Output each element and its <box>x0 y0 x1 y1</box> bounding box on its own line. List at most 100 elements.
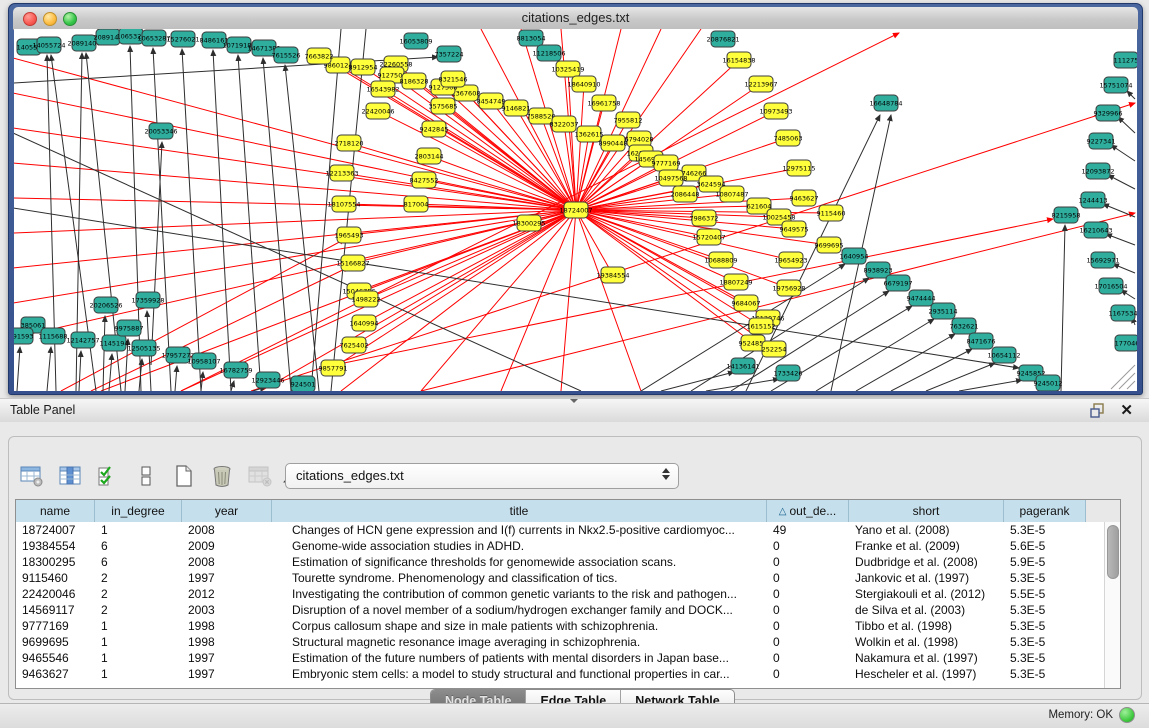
table-settings-icon[interactable] <box>19 463 45 489</box>
table-row[interactable]: 1938455462009Genome-wide association stu… <box>16 538 1104 554</box>
graph-node[interactable]: 391593 <box>14 328 33 344</box>
graph-node[interactable]: 12093872 <box>1081 163 1114 179</box>
graph-node[interactable]: 19756928 <box>772 280 805 296</box>
table-row[interactable]: 911546021997Tourette syndrome. Phenomeno… <box>16 570 1104 586</box>
delete-trash-icon[interactable] <box>209 463 235 489</box>
graph-node[interactable]: 924501 <box>291 376 316 391</box>
graph-node[interactable]: 8322037 <box>550 116 579 132</box>
graph-node[interactable]: 252254 <box>762 341 787 357</box>
graph-node[interactable]: 9857791 <box>319 360 348 376</box>
graph-node[interactable]: 14055724 <box>32 37 65 53</box>
graph-node[interactable]: 16053809 <box>399 33 432 49</box>
graph-node[interactable]: 10654112 <box>987 347 1020 363</box>
column-header[interactable]: name <box>16 500 95 522</box>
table-row[interactable]: 977716911998Corpus callosum shape and si… <box>16 618 1104 634</box>
column-header[interactable]: in_degree <box>95 500 182 522</box>
graph-node[interactable]: 12213363 <box>325 165 358 181</box>
table-row[interactable]: 969969511998Structural magnetic resonanc… <box>16 634 1104 650</box>
graph-node[interactable]: 12975115 <box>782 160 815 176</box>
graph-node[interactable]: 8427552 <box>410 172 439 188</box>
column-header[interactable]: short <box>849 500 1004 522</box>
graph-node[interactable]: 10688809 <box>704 252 737 268</box>
graph-node[interactable]: 7625402 <box>340 337 369 353</box>
network-window-titlebar[interactable]: citations_edges.txt <box>13 7 1138 30</box>
graph-node[interactable]: 817004 <box>404 196 429 212</box>
graph-node[interactable]: 14136141 <box>726 358 759 374</box>
graph-node[interactable]: 10973493 <box>759 103 792 119</box>
graph-node[interactable]: 22420046 <box>361 103 394 119</box>
network-graph[interactable]: 1872400710325419186409101696175879558121… <box>14 29 1137 391</box>
graph-node[interactable]: 1498222 <box>352 291 381 307</box>
graph-node[interactable]: 8215958 <box>1052 207 1081 223</box>
table-row[interactable]: 1456911722003Disruption of a novel membe… <box>16 602 1104 618</box>
graph-node[interactable]: 12213967 <box>744 76 777 92</box>
graph-node[interactable]: 10325419 <box>551 61 584 77</box>
table-row[interactable]: 1830029562008Estimation of significance … <box>16 554 1104 570</box>
graph-node[interactable]: 6679197 <box>884 275 913 291</box>
graph-node[interactable]: 7663822 <box>305 48 334 64</box>
graph-node[interactable]: 18724007 <box>559 202 592 218</box>
graph-node[interactable]: 2935114 <box>929 303 958 319</box>
graph-node[interactable]: 15751074 <box>1099 77 1132 93</box>
close-panel-icon[interactable]: ✕ <box>1120 401 1133 419</box>
graph-node[interactable]: 15166827 <box>336 255 369 271</box>
graph-node[interactable]: 1640954 <box>840 248 869 264</box>
graph-node[interactable]: 2086448 <box>671 186 700 202</box>
graph-node[interactable]: 111275 <box>1114 52 1137 68</box>
row-height-icon[interactable] <box>133 463 159 489</box>
float-panel-icon[interactable] <box>1090 403 1105 418</box>
graph-node[interactable]: 9463627 <box>790 190 819 206</box>
scrollbar-thumb[interactable] <box>1107 525 1119 579</box>
graph-node[interactable]: 12923446 <box>251 372 284 388</box>
panel-splitter-handle[interactable] <box>570 399 578 403</box>
graph-node[interactable]: 9474444 <box>907 290 936 306</box>
graph-node[interactable]: 19384554 <box>596 267 629 283</box>
graph-node[interactable]: 7615526 <box>272 47 301 63</box>
table-row[interactable]: 946554611997Estimation of the future num… <box>16 650 1104 666</box>
graph-node[interactable]: 1145194 <box>100 335 129 351</box>
graph-node[interactable]: 8321546 <box>439 71 468 87</box>
graph-node[interactable]: 16648784 <box>869 95 902 111</box>
graph-node[interactable]: 9649575 <box>780 221 809 237</box>
table-select-dropdown[interactable]: citations_edges.txt <box>285 463 679 489</box>
graph-node[interactable]: 15720407 <box>692 229 725 245</box>
graph-node[interactable]: 7986372 <box>690 210 719 226</box>
graph-node[interactable]: 8912954 <box>349 59 378 75</box>
graph-node[interactable]: 2718120 <box>335 135 364 151</box>
column-header[interactable]: year <box>182 500 272 522</box>
graph-node[interactable]: 1733426 <box>774 365 803 381</box>
graph-node[interactable]: 20876821 <box>706 31 739 47</box>
table-row[interactable]: 1872400712008Changes of HCN gene express… <box>16 522 1104 538</box>
graph-node[interactable]: 18640910 <box>567 76 600 92</box>
graph-node[interactable]: 1115688 <box>39 328 68 344</box>
graph-node[interactable]: 9699695 <box>815 237 844 253</box>
graph-node[interactable]: 9777169 <box>652 155 681 171</box>
graph-node[interactable]: 8990448 <box>599 135 628 151</box>
graph-node[interactable]: 1167534 <box>1109 305 1137 321</box>
graph-node[interactable]: 16961758 <box>587 95 620 111</box>
column-visibility-icon[interactable] <box>57 463 83 489</box>
vertical-scrollbar[interactable] <box>1104 522 1120 688</box>
graph-node[interactable]: 10497568 <box>654 170 687 186</box>
graph-node[interactable]: 1615152 <box>747 318 776 334</box>
graph-node[interactable]: 7357224 <box>435 46 464 62</box>
graph-node[interactable]: 18300295 <box>512 215 545 231</box>
column-header[interactable]: △out_de... <box>767 500 849 522</box>
graph-node[interactable]: 9684067 <box>732 295 761 311</box>
graph-node[interactable]: 9245012 <box>1034 375 1063 391</box>
graph-node[interactable]: 11218506 <box>532 45 565 61</box>
graph-node[interactable]: 18807249 <box>719 274 752 290</box>
graph-node[interactable]: 16782759 <box>219 362 252 378</box>
graph-node[interactable]: 17016504 <box>1094 278 1127 294</box>
graph-node[interactable]: 7485063 <box>774 130 803 146</box>
graph-node[interactable]: 16543982 <box>366 81 399 97</box>
graph-node[interactable]: 9242845 <box>420 121 449 137</box>
graph-node[interactable]: 15692971 <box>1086 252 1119 268</box>
graph-node[interactable]: 7632621 <box>950 318 979 334</box>
graph-node[interactable]: 8813054 <box>517 30 546 46</box>
select-all-rows-icon[interactable] <box>95 463 121 489</box>
graph-node[interactable]: 20206526 <box>89 297 122 313</box>
new-table-icon[interactable] <box>171 463 197 489</box>
graph-node[interactable]: 16210643 <box>1079 222 1112 238</box>
graph-node[interactable]: 10807487 <box>715 186 748 202</box>
